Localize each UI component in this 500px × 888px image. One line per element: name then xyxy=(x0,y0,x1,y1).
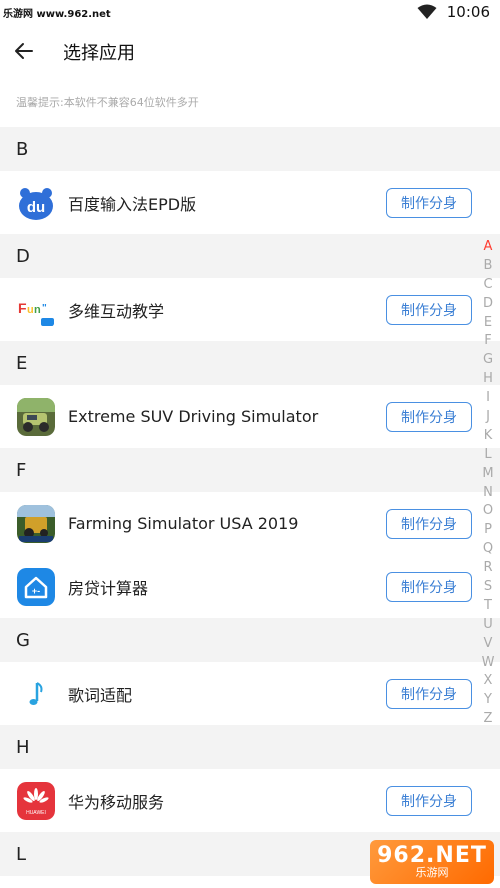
app-name: Extreme SUV Driving Simulator xyxy=(68,407,319,426)
back-arrow-icon[interactable] xyxy=(12,39,36,63)
app-row: du 百度输入法EPD版 制作分身 xyxy=(0,171,500,234)
index-letter-t[interactable]: T xyxy=(479,597,497,616)
index-letter-n[interactable]: N xyxy=(479,484,497,503)
index-letter-x[interactable]: X xyxy=(479,672,497,691)
index-letter-k[interactable]: K xyxy=(479,427,497,446)
app-name: 百度输入法EPD版 xyxy=(68,194,197,214)
make-clone-button[interactable]: 制作分身 xyxy=(386,785,472,816)
baidu-input-icon: du xyxy=(17,183,55,222)
app-row: Extreme SUV Driving Simulator 制作分身 xyxy=(0,385,500,448)
index-letter-b[interactable]: B xyxy=(479,257,497,276)
index-letter-e[interactable]: E xyxy=(479,314,497,333)
index-letter-y[interactable]: Y xyxy=(479,691,497,710)
index-letter-z[interactable]: Z xyxy=(479,710,497,729)
index-letter-r[interactable]: R xyxy=(479,559,497,578)
svg-text:HUAWEI: HUAWEI xyxy=(26,810,46,816)
svg-text:": " xyxy=(42,303,47,314)
app-name: 歌词适配 xyxy=(68,685,133,705)
suv-icon xyxy=(17,397,55,436)
make-clone-button[interactable]: 制作分身 xyxy=(386,294,472,325)
app-list: Bdu 百度输入法EPD版 制作分身 D Fu n " 多维互动教学 制作分身 E Extreme … xyxy=(0,127,500,876)
svg-text:n: n xyxy=(34,304,41,316)
index-letter-p[interactable]: P xyxy=(479,521,497,540)
status-time: 10:06 xyxy=(446,3,490,21)
huawei-icon: HUAWEI xyxy=(17,781,55,820)
index-letter-g[interactable]: G xyxy=(479,351,497,370)
svg-text:F: F xyxy=(18,300,27,316)
app-row: 歌词适配 制作分身 xyxy=(0,662,500,725)
index-letter-s[interactable]: S xyxy=(479,578,497,597)
make-clone-button[interactable]: 制作分身 xyxy=(386,678,472,709)
mortgage-icon: +- xyxy=(17,567,55,606)
index-letter-d[interactable]: D xyxy=(479,295,497,314)
alphabet-index[interactable]: ABCDEFGHIJKLMNOPQRSTUVWXYZ xyxy=(479,238,497,729)
page-title: 选择应用 xyxy=(63,43,135,64)
index-letter-j[interactable]: J xyxy=(479,408,497,427)
fun-icon: Fu n " xyxy=(17,290,55,329)
section-header-e: E xyxy=(0,341,500,385)
index-letter-i[interactable]: I xyxy=(479,389,497,408)
svg-text:du: du xyxy=(27,199,45,216)
section-header-h: H xyxy=(0,725,500,769)
app-name: 华为移动服务 xyxy=(68,792,165,812)
section-header-g: G xyxy=(0,618,500,662)
app-row: HUAWEI 华为移动服务 制作分身 xyxy=(0,769,500,832)
index-letter-a[interactable]: A xyxy=(479,238,497,257)
app-row: +- 房贷计算器 制作分身 xyxy=(0,555,500,618)
site-logo-main: 962.NET xyxy=(377,843,487,868)
svg-text:+-: +- xyxy=(32,586,40,596)
index-letter-u[interactable]: U xyxy=(479,616,497,635)
site-logo-sub: 乐游网 xyxy=(415,866,449,879)
site-logo: 962.NET 乐游网 xyxy=(370,840,494,884)
index-letter-q[interactable]: Q xyxy=(479,540,497,559)
app-row: Farming Simulator USA 2019 制作分身 xyxy=(0,492,500,555)
section-header-d: D xyxy=(0,234,500,278)
make-clone-button[interactable]: 制作分身 xyxy=(386,401,472,432)
index-letter-o[interactable]: O xyxy=(479,502,497,521)
hint-text: 温馨提示:本软件不兼容64位软件多开 xyxy=(16,96,199,109)
svg-text:u: u xyxy=(27,304,34,316)
wifi-icon xyxy=(417,4,437,19)
farming-icon xyxy=(17,504,55,543)
watermark: 乐游网 www.962.net xyxy=(3,9,111,20)
music-note-icon xyxy=(17,674,55,713)
app-name: 房贷计算器 xyxy=(68,578,149,598)
make-clone-button[interactable]: 制作分身 xyxy=(386,187,472,218)
index-letter-v[interactable]: V xyxy=(479,635,497,654)
index-letter-c[interactable]: C xyxy=(479,276,497,295)
make-clone-button[interactable]: 制作分身 xyxy=(386,508,472,539)
app-bar: 选择应用 xyxy=(0,28,500,74)
index-letter-m[interactable]: M xyxy=(479,465,497,484)
app-row: Fu n " 多维互动教学 制作分身 xyxy=(0,278,500,341)
index-letter-f[interactable]: F xyxy=(479,332,497,351)
index-letter-l[interactable]: L xyxy=(479,446,497,465)
section-header-b: B xyxy=(0,127,500,171)
make-clone-button[interactable]: 制作分身 xyxy=(386,571,472,602)
app-name: 多维互动教学 xyxy=(68,301,165,321)
app-name: Farming Simulator USA 2019 xyxy=(68,514,299,533)
index-letter-h[interactable]: H xyxy=(479,370,497,389)
index-letter-w[interactable]: W xyxy=(479,654,497,673)
section-header-f: F xyxy=(0,448,500,492)
